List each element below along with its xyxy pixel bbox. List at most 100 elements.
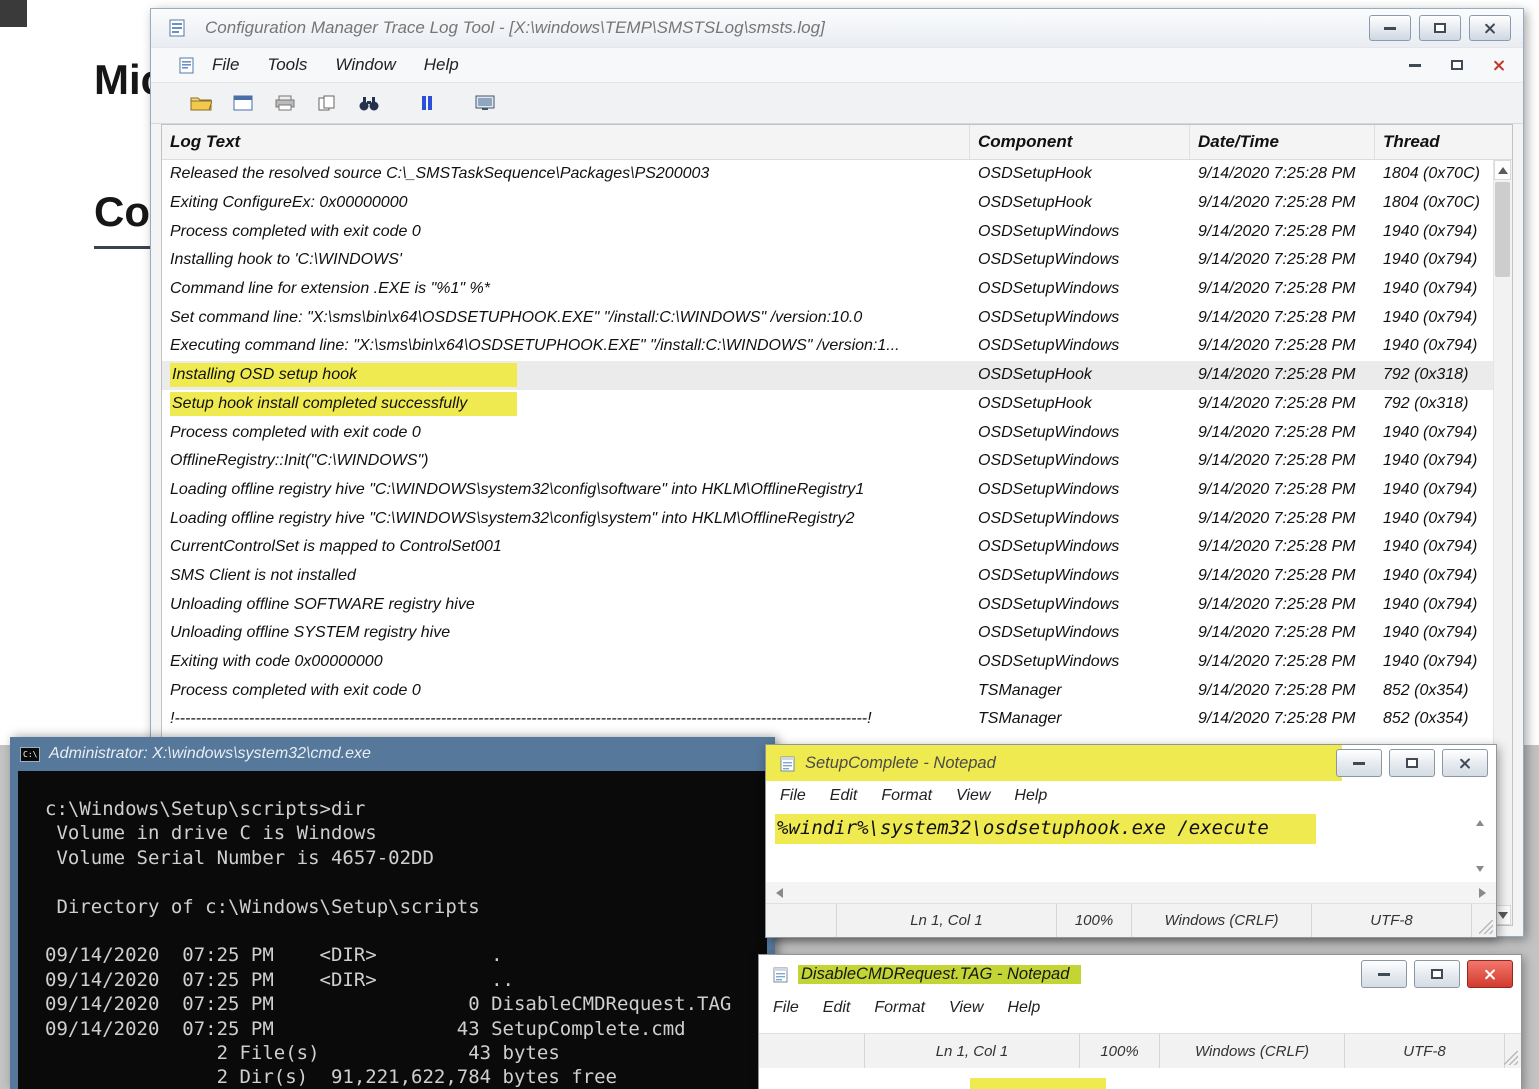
log-row[interactable]: Command line for extension .EXE is "%1" … [162,275,1494,304]
print-button[interactable] [267,88,303,118]
restore-icon [1451,60,1463,70]
column-header-log-text[interactable]: Log Text [162,125,970,159]
menu-item[interactable]: Help [424,55,459,75]
log-text: Process completed with exit code 0 [170,682,421,699]
mdi-minimize-button[interactable] [1405,56,1425,74]
log-thread-cell: 1940 (0x794) [1375,567,1494,585]
resize-grip[interactable] [1504,1034,1521,1068]
log-row[interactable]: Executing command line: "X:\sms\bin\x64\… [162,332,1494,361]
log-row[interactable]: Unloading offline SYSTEM registry hive O… [162,619,1494,648]
maximize-button[interactable] [1414,960,1460,988]
log-row[interactable]: CurrentControlSet is mapped to ControlSe… [162,533,1494,562]
document-icon[interactable] [179,57,194,74]
caption-buttons [1369,15,1511,41]
log-row[interactable]: !---------------------------------------… [162,705,1494,734]
log-text-cell: Process completed with exit code 0 [162,223,970,241]
console-line: Directory of c:\Windows\Setup\scripts [45,895,767,919]
log-thread-cell: 1940 (0x794) [1375,280,1494,298]
log-text-cell: Unloading offline SYSTEM registry hive [162,624,970,642]
status-encoding: UTF-8 [1344,1034,1504,1068]
log-row[interactable]: OfflineRegistry::Init("C:\WINDOWS") OSDS… [162,447,1494,476]
log-datetime-cell: 9/14/2020 7:25:28 PM [1190,510,1375,528]
printer-icon [275,95,295,111]
scroll-up-button[interactable] [1494,160,1511,180]
log-row[interactable]: Process completed with exit code 0 OSDSe… [162,418,1494,447]
resize-grip[interactable] [1471,904,1496,937]
close-button[interactable] [1469,15,1511,41]
scrollbar-thumb[interactable] [1495,182,1510,277]
mdi-restore-button[interactable] [1447,56,1467,74]
pause-button[interactable] [409,88,445,118]
log-thread-cell: 792 (0x318) [1375,366,1494,384]
log-row[interactable]: SMS Client is not installed OSDSetupWind… [162,562,1494,591]
menu-item[interactable]: File [212,55,239,75]
log-datetime-cell: 9/14/2020 7:25:28 PM [1190,337,1375,355]
menu-item[interactable]: File [773,999,799,1017]
menu-item[interactable]: Edit [830,787,858,805]
log-row[interactable]: Process completed with exit code 0 TSMan… [162,676,1494,705]
log-row[interactable]: Setup hook install completed successfull… [162,390,1494,419]
notepad2-text-area[interactable] [759,1023,1521,1033]
log-row[interactable]: Installing OSD setup hook OSDSetupHook 9… [162,361,1494,390]
scroll-down-icon[interactable] [1476,866,1484,872]
log-text: Setup hook install completed successfull… [170,392,517,416]
horizontal-scrollbar[interactable] [766,882,1496,904]
notepad2-menubar: File Edit Format View Help [759,993,1521,1023]
log-text-cell: Installing hook to 'C:\WINDOWS' [162,251,970,269]
console-line: 09/14/2020 07:25 PM <DIR> . [45,943,767,967]
log-row[interactable]: Process completed with exit code 0 OSDSe… [162,217,1494,246]
log-thread-cell: 1804 (0x70C) [1375,165,1494,183]
notepad1-titlebar[interactable]: SetupComplete - Notepad [766,745,1496,781]
log-text-cell: Released the resolved source C:\_SMSTask… [162,165,970,183]
log-row[interactable]: Unloading offline SOFTWARE registry hive… [162,590,1494,619]
mdi-close-button[interactable] [1489,56,1509,74]
column-header-component[interactable]: Component [970,125,1190,159]
notepad2-titlebar[interactable]: DisableCMDRequest.TAG - Notepad [759,955,1521,993]
menu-item[interactable]: View [949,999,983,1017]
menu-item[interactable]: Help [1014,787,1047,805]
menu-item[interactable]: View [956,787,990,805]
log-row[interactable]: Exiting ConfigureEx: 0x00000000 OSDSetup… [162,189,1494,218]
minimize-button[interactable] [1369,15,1411,41]
find-button[interactable] [351,88,387,118]
minimize-button[interactable] [1336,749,1382,777]
close-button[interactable] [1442,749,1488,777]
cmd-titlebar[interactable]: C:\ Administrator: X:\windows\system32\c… [10,737,775,771]
open-button[interactable] [183,88,219,118]
notepad1-menubar: File Edit Format View Help [766,781,1496,810]
log-row[interactable]: Loading offline registry hive "C:\WINDOW… [162,476,1494,505]
maximize-button[interactable] [1419,15,1461,41]
pause-icon [421,95,433,111]
bottom-edge-highlight [970,1078,1106,1089]
minimize-button[interactable] [1361,960,1407,988]
log-component-cell: OSDSetupWindows [970,596,1190,614]
column-header-datetime[interactable]: Date/Time [1190,125,1375,159]
scroll-right-icon[interactable] [1479,888,1486,898]
log-text-cell: Unloading offline SOFTWARE registry hive [162,596,970,614]
menu-item[interactable]: Help [1007,999,1040,1017]
log-row[interactable]: Exiting with code 0x00000000 OSDSetupWin… [162,648,1494,677]
cmtrace-titlebar[interactable]: Configuration Manager Trace Log Tool - [… [151,9,1523,48]
scroll-up-icon[interactable] [1476,820,1484,826]
menu-item[interactable]: Tools [267,55,307,75]
maximize-button[interactable] [1389,749,1435,777]
window-button[interactable] [225,88,261,118]
console-output[interactable]: c:\Windows\Setup\scripts>dir Volume in d… [18,771,767,1089]
log-row[interactable]: Loading offline registry hive "C:\WINDOW… [162,504,1494,533]
notepad1-text-area[interactable]: %windir%\system32\osdsetuphook.exe /exec… [766,810,1496,882]
column-header-thread[interactable]: Thread [1375,125,1512,159]
close-button[interactable] [1467,960,1513,988]
log-row[interactable]: Set command line: "X:\sms\bin\x64\OSDSET… [162,303,1494,332]
log-row[interactable]: Released the resolved source C:\_SMSTask… [162,160,1494,189]
menu-item[interactable]: Format [874,999,925,1017]
menu-item[interactable]: Format [881,787,932,805]
menu-item[interactable]: Window [335,55,395,75]
status-line-endings: Windows (CRLF) [1131,904,1311,937]
monitor-button[interactable] [467,88,503,118]
log-row[interactable]: Installing hook to 'C:\WINDOWS' OSDSetup… [162,246,1494,275]
log-text-cell: Setup hook install completed successfull… [162,392,970,416]
scroll-left-icon[interactable] [776,888,783,898]
copy-button[interactable] [309,88,345,118]
menu-item[interactable]: File [780,787,806,805]
menu-item[interactable]: Edit [823,999,851,1017]
